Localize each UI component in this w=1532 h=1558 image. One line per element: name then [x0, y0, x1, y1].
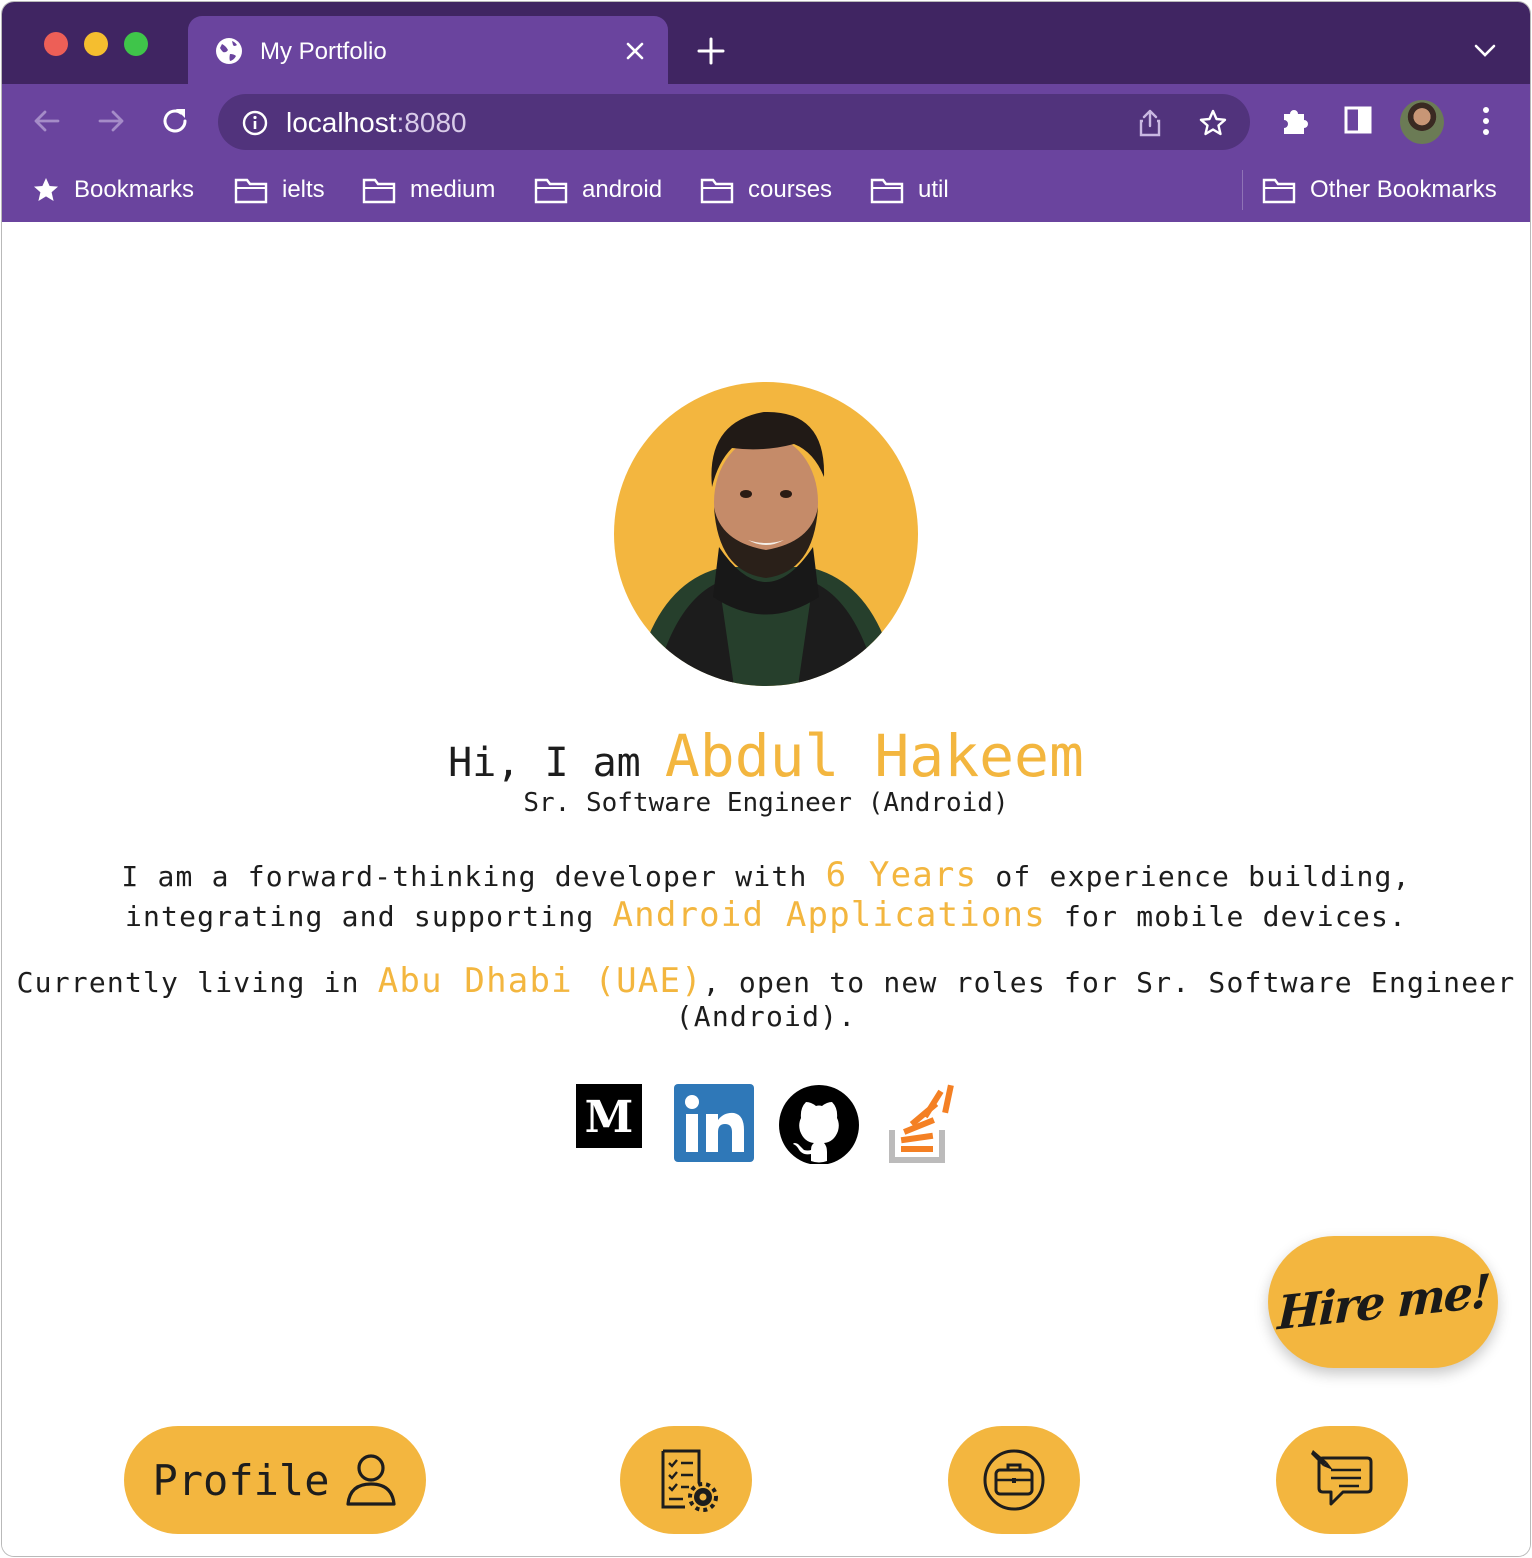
bookmark-folder-label: courses	[748, 176, 833, 203]
tab-strip: My Portfolio	[2, 2, 1530, 84]
folder-icon	[700, 178, 734, 204]
bookmark-folder-util[interactable]: util	[870, 174, 949, 206]
years-highlight: 6 Years	[825, 855, 978, 895]
close-tab-icon[interactable]	[624, 40, 646, 62]
role-subtitle: Sr. Software Engineer (Android)	[523, 788, 1009, 818]
profile-photo-illustration	[634, 411, 898, 686]
bookmarks-label: Bookmarks	[74, 176, 195, 203]
bookmarks-bar: Bookmarks ielts medium android courses u…	[2, 160, 1530, 222]
bookmark-folder-label: android	[582, 176, 663, 203]
nav-resume-button[interactable]	[620, 1426, 752, 1534]
page-content: Hi, I am Abdul Hakeem Sr. Software Engin…	[2, 222, 1530, 1556]
bookmarks-divider	[1242, 170, 1243, 210]
folder-icon	[362, 178, 396, 204]
name-text: Abdul Hakeem	[664, 722, 1084, 790]
location-text-1: Currently living in	[16, 966, 378, 999]
location-paragraph: Currently living in Abu Dhabi (UAE), ope…	[16, 964, 1516, 1034]
tab-title: My Portfolio	[260, 38, 387, 65]
bookmark-folder-courses[interactable]: courses	[700, 174, 832, 206]
forward-arrow-icon[interactable]	[94, 104, 128, 138]
reload-icon[interactable]	[158, 104, 192, 138]
bookmark-folder-medium[interactable]: medium	[362, 174, 495, 206]
folder-icon	[870, 178, 904, 204]
side-panel-icon[interactable]	[1342, 104, 1374, 136]
stackoverflow-icon[interactable]	[888, 1082, 958, 1164]
location-text-2: , open to new roles for Sr. Software Eng…	[675, 966, 1516, 1033]
nav-contact-button[interactable]	[1276, 1426, 1408, 1534]
url-text[interactable]: localhost:8080	[286, 107, 467, 139]
profile-icon	[345, 1454, 396, 1506]
medium-icon[interactable]: M	[576, 1082, 644, 1150]
greeting-heading: Hi, I am Abdul Hakeem	[2, 722, 1530, 790]
maximize-window-button[interactable]	[124, 32, 148, 56]
hire-me-label: Hire me!	[1276, 1263, 1490, 1341]
back-arrow-icon[interactable]	[30, 104, 64, 138]
globe-icon	[216, 38, 242, 64]
nav-portfolio-button[interactable]	[948, 1426, 1080, 1534]
url-port: :8080	[396, 107, 467, 138]
more-menu-icon[interactable]	[1476, 104, 1496, 138]
bookmark-folder-label: ielts	[282, 176, 325, 203]
close-window-button[interactable]	[44, 32, 68, 56]
browser-toolbar: localhost:8080	[2, 84, 1530, 160]
bookmarks-button[interactable]: Bookmarks	[32, 174, 194, 206]
hire-me-button[interactable]: Hire me!	[1268, 1236, 1498, 1368]
star-icon	[34, 178, 58, 201]
contact-icon	[1311, 1450, 1373, 1506]
tab-search-chevron-icon[interactable]	[1472, 42, 1498, 60]
location-highlight: Abu Dhabi (UAE)	[377, 961, 703, 1001]
folder-icon	[534, 178, 568, 204]
svg-text:M: M	[585, 1092, 634, 1143]
portfolio-icon	[983, 1449, 1045, 1511]
minimize-window-button[interactable]	[84, 32, 108, 56]
folder-icon	[1262, 178, 1296, 204]
nav-profile-label: Profile	[152, 1455, 330, 1505]
browser-window: My Portfolio localhost:8080 Bookmarks ie…	[2, 2, 1530, 1556]
other-bookmarks-button[interactable]: Other Bookmarks	[1262, 174, 1497, 206]
nav-profile-button[interactable]: Profile	[124, 1426, 426, 1534]
apps-highlight: Android Applications	[612, 895, 1046, 935]
share-icon[interactable]	[1136, 108, 1164, 138]
site-info-icon[interactable]	[242, 110, 268, 136]
intro-text-3: for mobile devices.	[1045, 900, 1408, 933]
new-tab-icon[interactable]	[696, 36, 726, 66]
extensions-puzzle-icon[interactable]	[1278, 104, 1312, 138]
greeting-text: Hi, I am	[448, 740, 665, 786]
github-icon[interactable]	[778, 1082, 860, 1164]
tab-my-portfolio[interactable]: My Portfolio	[188, 16, 668, 84]
bookmark-star-icon[interactable]	[1198, 108, 1228, 138]
address-bar[interactable]: localhost:8080	[218, 94, 1250, 150]
bookmark-folder-label: medium	[410, 176, 496, 203]
bookmark-folder-android[interactable]: android	[534, 174, 662, 206]
bookmark-folder-ielts[interactable]: ielts	[234, 174, 325, 206]
profile-photo	[614, 382, 918, 686]
linkedin-icon[interactable]	[674, 1082, 754, 1162]
folder-icon	[234, 178, 268, 204]
resume-icon	[661, 1449, 718, 1512]
intro-text-1: I am a forward-thinking developer with	[121, 860, 826, 893]
other-bookmarks-label: Other Bookmarks	[1310, 176, 1497, 203]
intro-paragraph: I am a forward-thinking developer with 6…	[16, 856, 1516, 936]
profile-avatar[interactable]	[1400, 100, 1444, 144]
url-host: localhost	[286, 107, 397, 138]
bookmark-folder-label: util	[918, 176, 949, 203]
